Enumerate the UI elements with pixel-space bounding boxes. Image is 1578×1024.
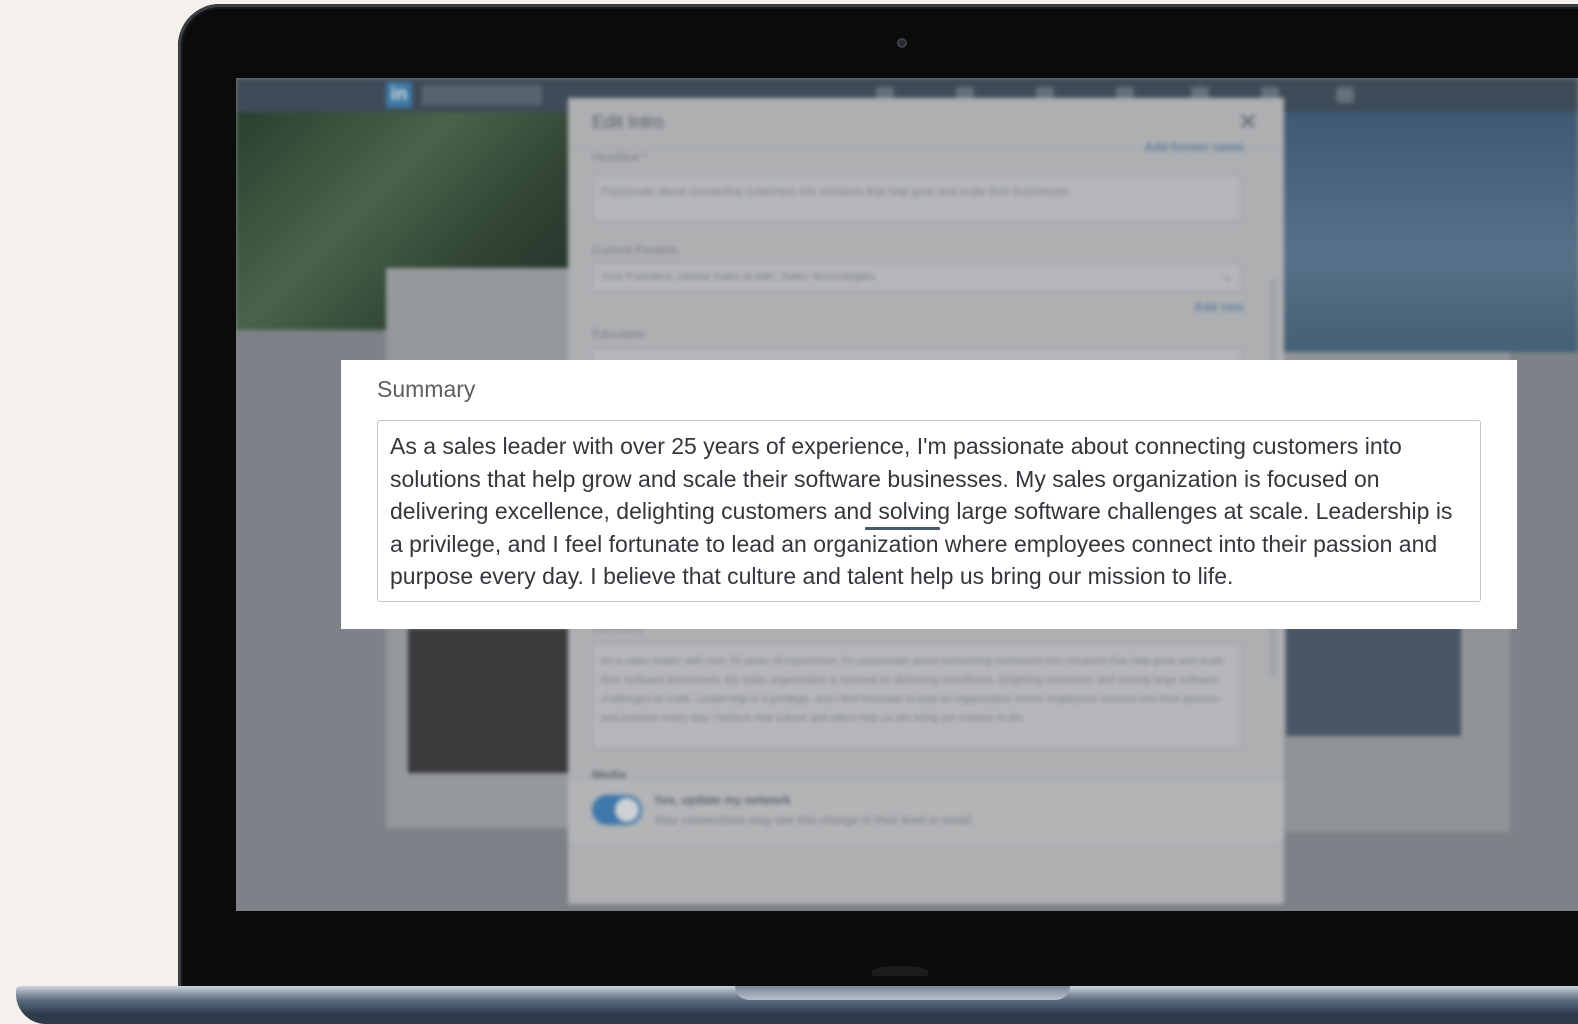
text-selection-underline [865,527,940,530]
laptop-base-notch [735,986,1070,1000]
summary-label: Summary [377,376,476,402]
camera-icon [897,38,907,48]
laptop-hinge [872,966,928,976]
summary-textarea-zoomed[interactable]: As a sales leader with over 25 years of … [377,420,1481,602]
summary-callout: Summary As a sales leader with over 25 y… [341,360,1517,629]
